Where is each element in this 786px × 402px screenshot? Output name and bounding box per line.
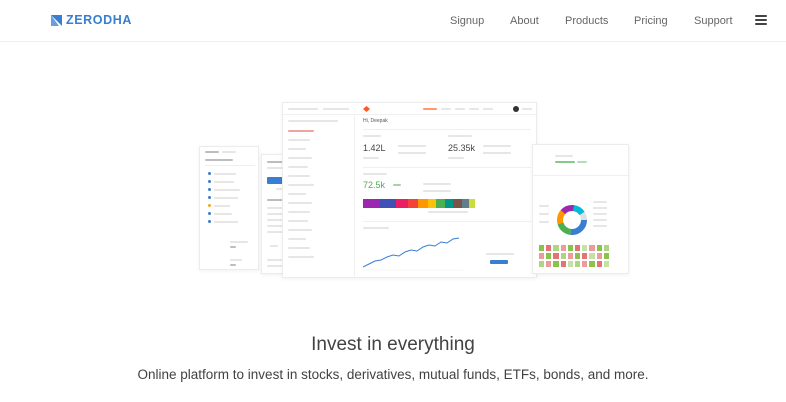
nav-link-signup[interactable]: Signup — [450, 14, 484, 28]
hero-platform-image: Hi, Deepak 1.42L 25.35k 72.5k — [187, 98, 629, 278]
nav-link-pricing[interactable]: Pricing — [634, 14, 668, 28]
heatmap-grid — [539, 245, 609, 267]
dashboard-panel: Hi, Deepak 1.42L 25.35k 72.5k — [282, 102, 537, 278]
analytics-panel — [532, 144, 629, 274]
commodity-value: 25.35k — [448, 143, 476, 153]
hero-subtitle: Online platform to invest in stocks, der… — [137, 367, 649, 382]
hero-title: Invest in everything — [311, 334, 475, 355]
holdings-value: 72.5k — [363, 180, 386, 190]
equity-value: 1.42L — [363, 143, 386, 153]
top-navbar: ZERODHA Signup About Products Pricing Su… — [0, 0, 786, 42]
nav-link-support[interactable]: Support — [694, 14, 733, 28]
allocation-donut-chart — [557, 205, 587, 235]
kite-logo-icon — [363, 106, 370, 112]
dashboard-greeting: Hi, Deepak — [363, 118, 388, 124]
nav-links: Signup About Products Pricing Support — [0, 14, 786, 28]
nav-link-about[interactable]: About — [510, 14, 539, 28]
nav-link-products[interactable]: Products — [565, 14, 608, 28]
hamburger-icon[interactable] — [755, 15, 767, 25]
holdings-allocation-bar — [363, 199, 475, 208]
market-overview-line-chart — [363, 237, 463, 271]
mobile-menu-panel — [199, 146, 259, 270]
